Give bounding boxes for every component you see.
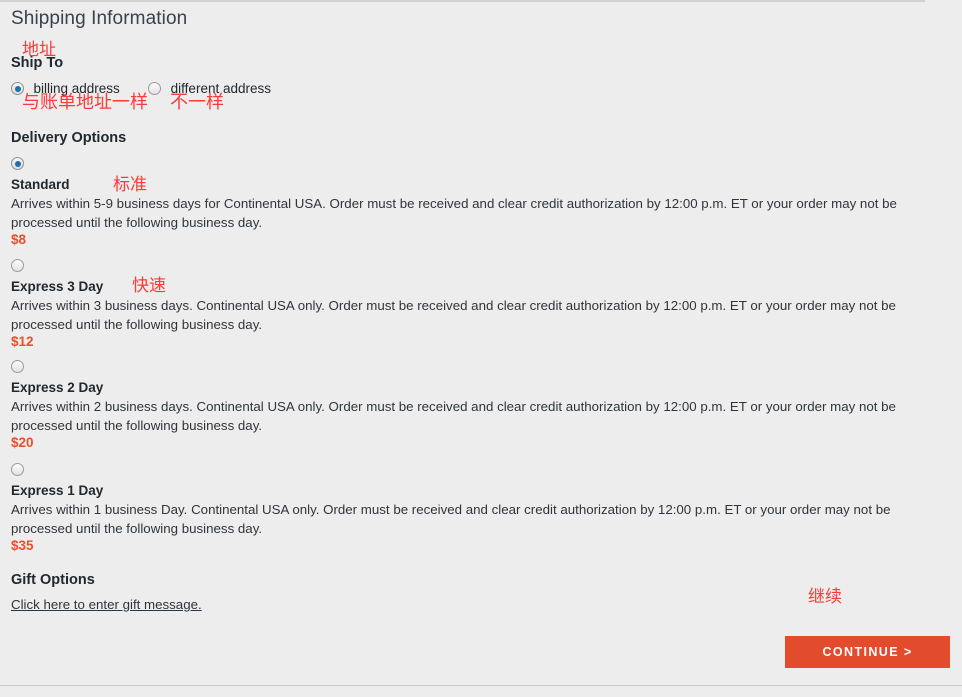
radio-express-2-day-wrap[interactable] <box>11 358 24 376</box>
annotation-standard: 标准 <box>113 175 147 195</box>
delivery-option-express-1-day-name: Express 1 Day <box>11 483 104 498</box>
delivery-option-standard-name: Standard <box>11 177 70 192</box>
delivery-option-express-2-day-description: Arrives within 2 business days. Continen… <box>11 399 896 433</box>
radio-express-1-day-wrap[interactable] <box>11 461 24 479</box>
gift-message-link[interactable]: Click here to enter gift message. <box>11 597 202 612</box>
delivery-option-express-2-day-name: Express 2 Day <box>11 380 104 395</box>
ship-to-option-different-address-label: different address <box>170 81 271 97</box>
radio-express-2-day-icon[interactable] <box>11 360 24 374</box>
shipping-information-page: Shipping Information Ship To billing add… <box>0 0 962 697</box>
delivery-option-standard-description: Arrives within 5-9 business days for Con… <box>11 196 897 230</box>
top-divider <box>0 0 925 2</box>
delivery-option-express-2-day-price: $20 <box>11 435 34 450</box>
ship-to-radio-group: billing address different address <box>11 80 411 98</box>
page-title: Shipping Information <box>11 8 188 29</box>
delivery-option-standard-price: $8 <box>11 232 27 247</box>
radio-express-1-day-icon[interactable] <box>11 463 24 477</box>
radio-different-address-icon[interactable] <box>148 82 162 96</box>
delivery-option-express-1-day-price: $35 <box>11 538 34 553</box>
continue-button[interactable]: CONTINUE > <box>785 636 950 668</box>
gift-options-heading: Gift Options <box>11 572 95 588</box>
radio-express-3-day-wrap[interactable] <box>11 257 24 275</box>
radio-standard-wrap[interactable] <box>11 155 24 173</box>
ship-to-option-billing-address[interactable]: billing address <box>11 80 120 98</box>
radio-express-3-day-icon[interactable] <box>11 259 24 273</box>
ship-to-option-billing-address-label: billing address <box>33 81 120 97</box>
ship-to-heading: Ship To <box>11 55 64 71</box>
delivery-options-heading: Delivery Options <box>11 130 127 146</box>
delivery-option-express-1-day-description: Arrives within 1 business Day. Continent… <box>11 502 891 536</box>
annotation-continue: 继续 <box>808 587 842 607</box>
delivery-option-express-3-day-price: $12 <box>11 334 34 349</box>
delivery-option-express-3-day-description: Arrives within 3 business days. Continen… <box>11 298 896 332</box>
bottom-divider <box>0 685 962 686</box>
ship-to-option-different-address[interactable]: different address <box>148 80 271 98</box>
radio-standard-icon[interactable] <box>11 157 24 171</box>
radio-billing-address-icon[interactable] <box>11 82 24 96</box>
annotation-express: 快速 <box>132 276 166 296</box>
delivery-option-express-3-day-name: Express 3 Day <box>11 279 104 294</box>
